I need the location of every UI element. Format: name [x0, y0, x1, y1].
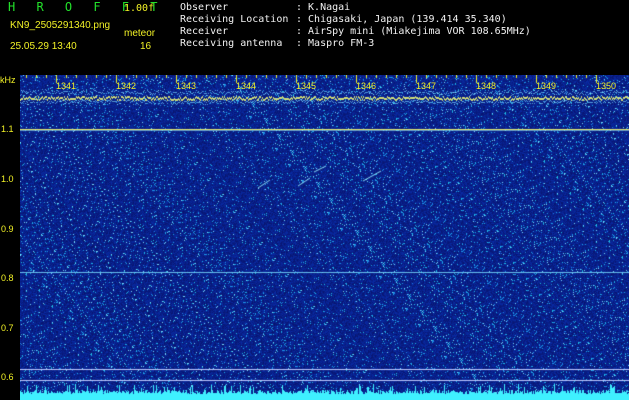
x-tick-label: 1349 — [536, 81, 557, 91]
y-tick-label: 0.6 — [1, 372, 14, 382]
observer-value: : K.Nagai — [296, 2, 351, 13]
receiver-key: Receiver — [180, 26, 229, 37]
filename-label: KN9_2505291340.png — [10, 20, 111, 31]
antenna-key: Receiving antenna — [180, 38, 283, 49]
y-tick-label: 1.0 — [1, 174, 14, 184]
x-tick-label: 1343 — [176, 81, 197, 91]
x-tick-label: 1348 — [476, 81, 497, 91]
location-key: Receiving Location — [180, 14, 289, 25]
x-tick-label: 1346 — [356, 81, 377, 91]
antenna-value: : Maspro FM-3 — [296, 38, 375, 49]
y-tick-label: 0.8 — [1, 273, 14, 283]
x-tick-label: 1347 — [416, 81, 437, 91]
header-panel: H R O F F T 1.00f KN9_2505291340.png met… — [0, 0, 629, 74]
y-tick-label: 1.1 — [1, 124, 14, 134]
x-tick-label: 1341 — [56, 81, 77, 91]
spectrogram-canvas — [20, 75, 629, 400]
meteor-label: meteor — [124, 28, 156, 39]
x-tick-label: 1342 — [116, 81, 137, 91]
version-label: 1.00f — [124, 3, 155, 14]
unit-label: kHz — [0, 75, 16, 85]
x-tick-label: 1350 — [596, 81, 617, 91]
receiver-value: : AirSpy mini (Miakejima VOR 108.65MHz) — [296, 26, 531, 37]
y-tick-label: 0.9 — [1, 224, 14, 234]
datetime-label: 25.05.29 13:40 — [10, 41, 77, 52]
meteor-count: 16 — [140, 41, 152, 52]
x-tick-label: 1345 — [296, 81, 317, 91]
observer-key: Observer — [180, 2, 229, 13]
spectrogram-panel — [20, 75, 629, 400]
x-tick-label: 1344 — [236, 81, 257, 91]
location-value: : Chigasaki, Japan (139.414 35.340) — [296, 14, 507, 25]
y-tick-label: 0.7 — [1, 323, 14, 333]
